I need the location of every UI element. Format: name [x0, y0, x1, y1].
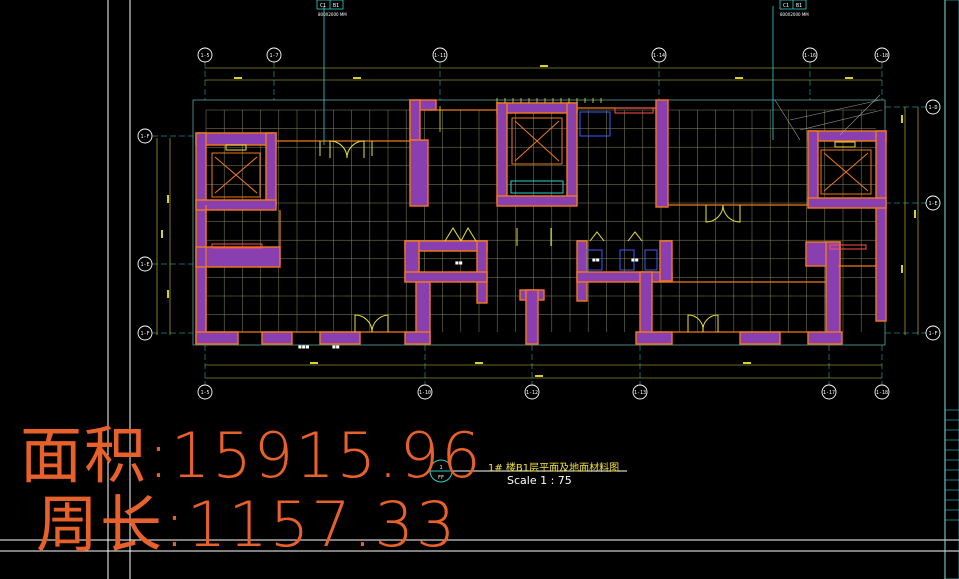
elevator-shaft-center: [510, 117, 564, 194]
grid-bubble-bottom-1[interactable]: 1-10: [417, 384, 433, 400]
grid-bubble-bottom-2-label: 1-12: [526, 390, 538, 396]
grid-bubble-top-1[interactable]: 1-7: [266, 47, 282, 63]
grid-bubble-bottom-0[interactable]: 1-5: [197, 384, 213, 400]
grid-bubble-bottom-4-label: 1-17: [823, 390, 835, 396]
grid-bubble-right-1[interactable]: 1-E: [925, 195, 941, 211]
grid-bubble-left-2[interactable]: 1-F: [137, 325, 153, 341]
svg-text:■■■: ■■■: [298, 344, 310, 349]
grid-bubble-top-4-label: 1-16: [804, 53, 816, 59]
plumbing-fixtures: [211, 107, 867, 271]
door-tag-right-code: C1: [783, 3, 789, 9]
svg-text:■■: ■■: [631, 257, 639, 262]
grid-bubble-left-0[interactable]: 1-F: [137, 128, 153, 144]
grid-bubble-top-2[interactable]: 1-11: [432, 47, 448, 63]
elevator-shaft-left: [211, 144, 261, 198]
door-tag-left-type: B1: [333, 3, 339, 9]
cad-drawing-viewport[interactable]: ■■ ■■ ■■ ■■■ ■■ 1-5 1-7 1-11 1-14 1-16 1-18 1-…: [0, 0, 959, 579]
grid-bubble-right-0[interactable]: 1-D: [925, 99, 941, 115]
grid-bubble-bottom-5[interactable]: 1-18: [874, 384, 890, 400]
grid-bubble-top-4[interactable]: 1-16: [802, 47, 818, 63]
grid-bubble-bottom-0-label: 1-5: [200, 390, 209, 396]
door-tag-right-note: 800X2000 MM: [780, 12, 809, 17]
grid-bubble-right-0-label: 1-D: [928, 105, 937, 111]
grid-bubble-top-2-label: 1-11: [434, 53, 446, 59]
door-tag-left-code: C1: [320, 3, 326, 9]
door-tag-right-type: B1: [796, 3, 802, 9]
grid-bubble-top-3-label: 1-14: [653, 53, 665, 59]
perimeter-readout: 周长:1157.33: [36, 488, 458, 561]
grid-bubbles: 1-5 1-7 1-11 1-14 1-16 1-18 1-5 1-10 1-12 1-13 1-1…: [137, 47, 941, 400]
svg-text:■■: ■■: [455, 260, 463, 265]
grid-bubble-bottom-5-label: 1-18: [876, 390, 888, 396]
grid-bubble-right-2-label: 1-F: [928, 331, 937, 337]
grid-bubble-bottom-3[interactable]: 1-13: [632, 384, 648, 400]
svg-text:■■: ■■: [592, 257, 600, 262]
grid-bubble-left-1[interactable]: 1-E: [137, 256, 153, 272]
tag-leaders: [323, 6, 774, 145]
svg-text:■■: ■■: [332, 344, 340, 349]
title-block-strip: [944, 0, 959, 579]
grid-bubble-top-0[interactable]: 1-5: [197, 47, 213, 63]
grid-bubble-top-5-label: 1-18: [876, 53, 888, 59]
grid-bubble-bottom-4[interactable]: 1-17: [821, 384, 837, 400]
door-tag-left-note: 800X2000 MM: [318, 12, 347, 17]
drawing-scale: Scale 1 : 75: [507, 474, 572, 487]
grid-bubble-top-0-label: 1-5: [200, 53, 209, 59]
elevator-shaft-right: [820, 141, 872, 195]
grid-bubble-bottom-3-label: 1-13: [634, 390, 646, 396]
grid-bubble-right-1-label: 1-E: [928, 201, 937, 207]
grid-bubble-left-2-label: 1-F: [140, 331, 149, 337]
grid-bubble-left-0-label: 1-F: [140, 134, 149, 140]
walls: [195, 99, 887, 345]
grid-bubble-bottom-2[interactable]: 1-12: [524, 384, 540, 400]
area-readout: 面积:15915.96: [20, 419, 483, 492]
grid-bubble-top-3[interactable]: 1-14: [651, 47, 667, 63]
door-tag-right[interactable]: C1 B1 800X2000 MM: [779, 0, 809, 17]
grid-bubble-right-2[interactable]: 1-F: [925, 325, 941, 341]
grid-bubble-bottom-1-label: 1-10: [419, 390, 431, 396]
grid-bubble-left-1-label: 1-E: [140, 262, 149, 268]
grid-bubble-top-5[interactable]: 1-18: [874, 47, 890, 63]
door-tag-left[interactable]: C1 B1 800X2000 MM: [316, 0, 347, 17]
grid-bubble-top-1-label: 1-7: [269, 53, 278, 59]
drawing-title: 1# 楼B1层平面及地面材料图: [488, 463, 620, 474]
